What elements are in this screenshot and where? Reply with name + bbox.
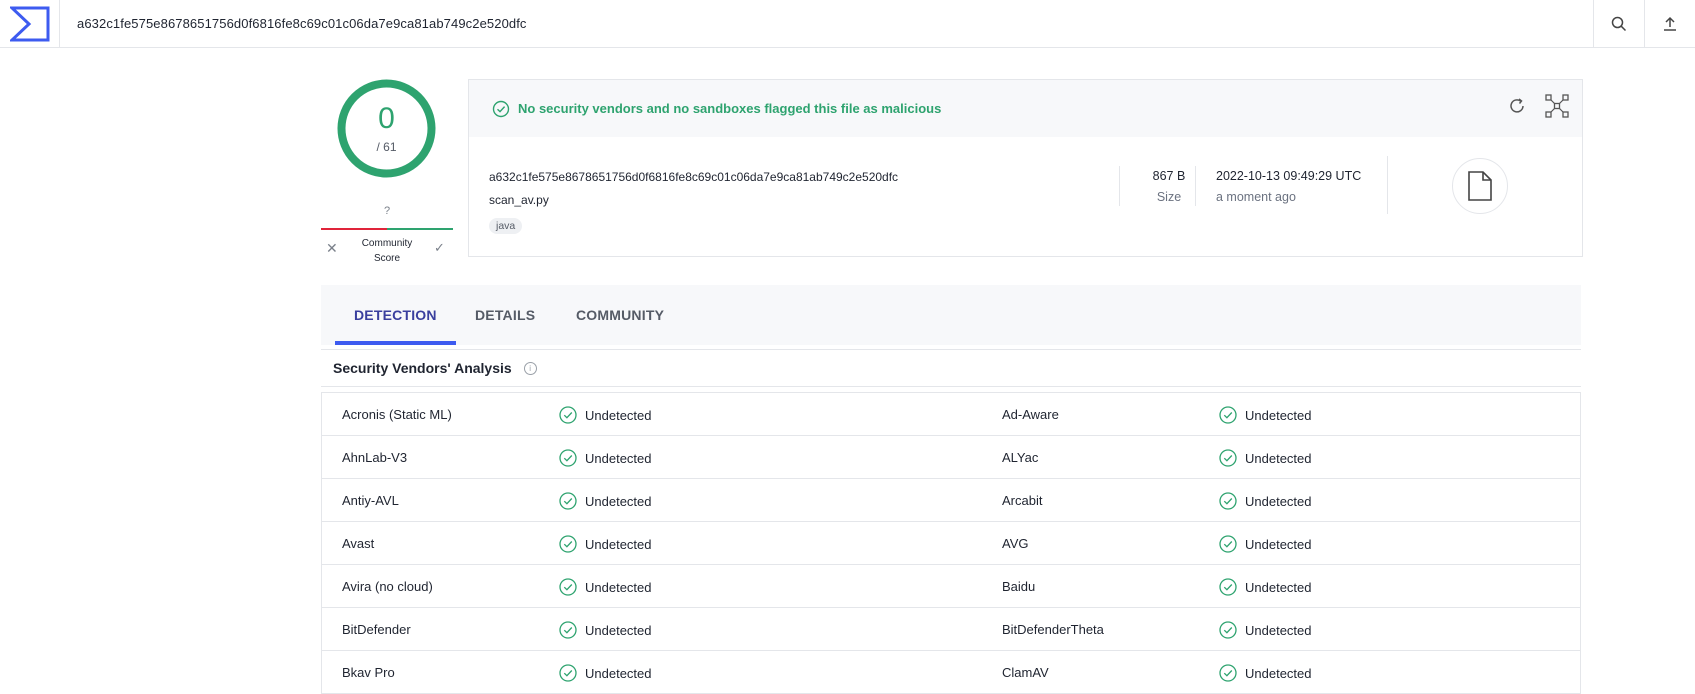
table-row: AhnLab-V3 Undetected ALYac Undetected [322,436,1580,479]
section-title: Security Vendors' Analysis [333,360,512,376]
vendor-result: Undetected [1219,449,1312,467]
scan-date-relative: a moment ago [1216,190,1296,204]
vendor-result: Undetected [559,492,652,510]
tab-community[interactable]: COMMUNITY [576,285,664,345]
vote-harmless-icon[interactable]: ✓ [434,240,445,256]
table-row: Acronis (Static ML) Undetected Ad-Aware … [322,393,1580,436]
vendor-name: BitDefender [342,622,411,637]
vendor-result: Undetected [1219,406,1312,424]
scan-date: 2022-10-13 09:49:29 UTC [1216,169,1362,183]
check-circle-icon [559,492,577,510]
vendor-result: Undetected [1219,492,1312,510]
search-button[interactable] [1593,0,1644,48]
tab-detection[interactable]: DETECTION [354,285,437,345]
vendor-result: Undetected [559,449,652,467]
check-circle-icon [492,100,510,117]
vendor-name: Baidu [1002,579,1036,594]
file-hash[interactable]: a632c1fe575e8678651756d0f6816fe8c69c01c0… [489,170,898,184]
file-type-icon [1452,158,1508,214]
table-row: Avira (no cloud) Undetected Baidu Undete… [322,565,1580,608]
active-tab-indicator [335,341,456,345]
table-row: Avast Undetected AVG Undetected [322,522,1580,565]
file-summary-card: No security vendors and no sandboxes fla… [468,79,1583,257]
tab-bar: DETECTION DETAILS COMMUNITY [321,285,1581,345]
upload-button[interactable] [1644,0,1695,48]
file-name: scan_av.py [489,193,549,207]
check-circle-icon [1219,492,1237,510]
vendor-name: Antiy-AVL [342,493,399,508]
vendor-name: BitDefenderTheta [1002,622,1104,637]
vendors-table: Acronis (Static ML) Undetected Ad-Aware … [321,392,1581,694]
table-row: BitDefender Undetected BitDefenderTheta … [322,608,1580,651]
vendor-name: AhnLab-V3 [342,450,408,465]
detection-count: 0 [378,102,395,135]
info-icon[interactable]: i [523,361,537,375]
vendor-name: Avira (no cloud) [342,579,433,594]
community-score-label: Community Score [361,238,413,264]
divider [1119,166,1120,206]
vendor-name: AVG [1002,536,1029,551]
upload-icon [1664,16,1676,31]
refresh-icon[interactable] [1507,96,1527,116]
vendor-result: Undetected [1219,621,1312,639]
vote-malicious-icon[interactable]: ✕ [326,240,338,257]
graph-icon[interactable] [1545,94,1569,118]
check-circle-icon [1219,621,1237,639]
check-circle-icon [559,578,577,596]
community-score-value: ? [383,205,391,217]
vendor-name: Acronis (Static ML) [342,407,452,422]
verdict-banner: No security vendors and no sandboxes fla… [469,80,1582,137]
search-icon [1611,16,1627,31]
divider [1387,156,1388,214]
vendor-name: Avast [342,536,375,551]
tab-details[interactable]: DETAILS [475,285,535,345]
top-bar: a632c1fe575e8678651756d0f6816fe8c69c01c0… [0,0,1695,48]
vendor-result: Undetected [559,535,652,553]
check-circle-icon [559,535,577,553]
detection-score-gauge: 0 / 61 [336,78,437,179]
virustotal-logo-icon[interactable] [0,0,60,48]
check-circle-icon [1219,664,1237,682]
check-circle-icon [1219,535,1237,553]
community-score-bar [321,228,453,230]
vendor-name: ClamAV [1002,665,1049,680]
community-score: ? ✕ Community Score ✓ [321,205,453,267]
vendor-result: Undetected [1219,664,1312,682]
vendor-name: ALYac [1002,450,1039,465]
detection-total: / 61 [376,140,397,154]
check-circle-icon [559,449,577,467]
file-size-label: Size [1156,190,1182,204]
divider [1195,166,1196,206]
check-circle-icon [559,406,577,424]
vendor-name: Bkav Pro [342,665,395,680]
vendor-result: Undetected [559,621,652,639]
vendor-result: Undetected [559,664,652,682]
check-circle-icon [559,621,577,639]
vendor-result: Undetected [559,578,652,596]
vendor-name: Ad-Aware [1002,407,1059,422]
search-input[interactable]: a632c1fe575e8678651756d0f6816fe8c69c01c0… [60,16,1593,31]
vendor-name: Arcabit [1002,493,1043,508]
vendor-result: Undetected [1219,535,1312,553]
file-size-value: 867 B [1152,169,1186,183]
file-tag[interactable]: java [489,218,523,234]
verdict-message: No security vendors and no sandboxes fla… [518,101,942,116]
check-circle-icon [1219,578,1237,596]
vendor-result: Undetected [1219,578,1312,596]
vendors-section-header: Security Vendors' Analysis i [321,349,1581,387]
check-circle-icon [1219,406,1237,424]
vendor-result: Undetected [559,406,652,424]
table-row: Antiy-AVL Undetected Arcabit Undetected [322,479,1580,522]
check-circle-icon [1219,449,1237,467]
check-circle-icon [559,664,577,682]
